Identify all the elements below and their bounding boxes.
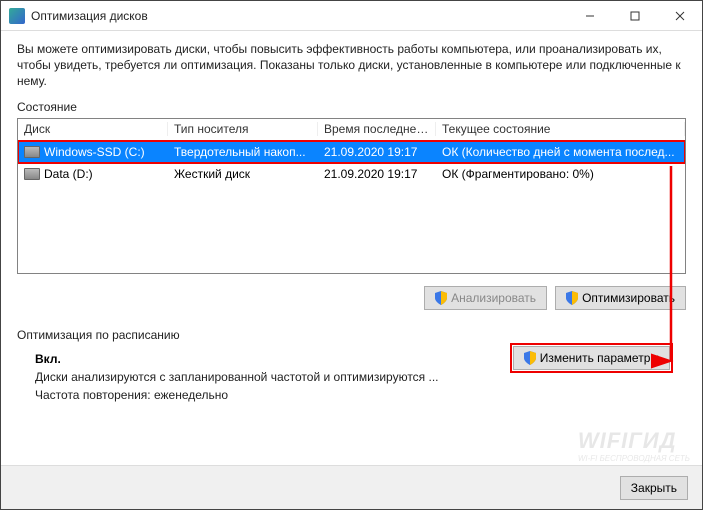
grid-header: Диск Тип носителя Время последнег... Тек… [18,119,685,141]
col-disk[interactable]: Диск [18,122,168,136]
state-label: Состояние [17,100,686,114]
app-icon [9,8,25,24]
col-status[interactable]: Текущее состояние [436,122,685,136]
titlebar: Оптимизация дисков [1,1,702,31]
drive-icon [24,168,40,180]
schedule-header: Оптимизация по расписанию [17,328,686,342]
watermark: WIFIГИД WI-FI БЕСПРОВОДНАЯ СЕТЬ [578,428,690,463]
change-settings-button[interactable]: Изменить параметры [513,346,670,370]
drive-last: 21.09.2020 19:17 [318,167,436,181]
maximize-button[interactable] [612,1,657,31]
drive-media: Твердотельный накоп... [168,145,318,159]
description-text: Вы можете оптимизировать диски, чтобы по… [17,41,686,90]
drive-name: Data (D:) [18,167,168,181]
analyze-button[interactable]: Анализировать [424,286,547,310]
drive-list[interactable]: Диск Тип носителя Время последнег... Тек… [17,118,686,274]
drive-icon [24,146,40,158]
close-dialog-button[interactable]: Закрыть [620,476,688,500]
shield-icon [435,291,447,305]
shield-icon [524,351,536,365]
drive-name: Windows-SSD (C:) [18,145,168,159]
footer: Закрыть [1,465,702,509]
drive-row[interactable]: Windows-SSD (C:) Твердотельный накоп... … [18,141,685,163]
minimize-button[interactable] [567,1,612,31]
window-controls [567,1,702,31]
col-last[interactable]: Время последнег... [318,122,436,136]
drive-row[interactable]: Data (D:) Жесткий диск 21.09.2020 19:17 … [18,163,685,185]
schedule-frequency: Частота повторения: еженедельно [35,388,686,402]
drive-last: 21.09.2020 19:17 [318,145,436,159]
optimize-button[interactable]: Оптимизировать [555,286,686,310]
window-title: Оптимизация дисков [31,9,567,23]
close-button[interactable] [657,1,702,31]
drive-status: ОК (Фрагментировано: 0%) [436,167,685,181]
schedule-desc: Диски анализируются с запланированной ча… [35,370,686,384]
drive-media: Жесткий диск [168,167,318,181]
col-media[interactable]: Тип носителя [168,122,318,136]
drive-status: ОК (Количество дней с момента послед... [436,145,685,159]
shield-icon [566,291,578,305]
